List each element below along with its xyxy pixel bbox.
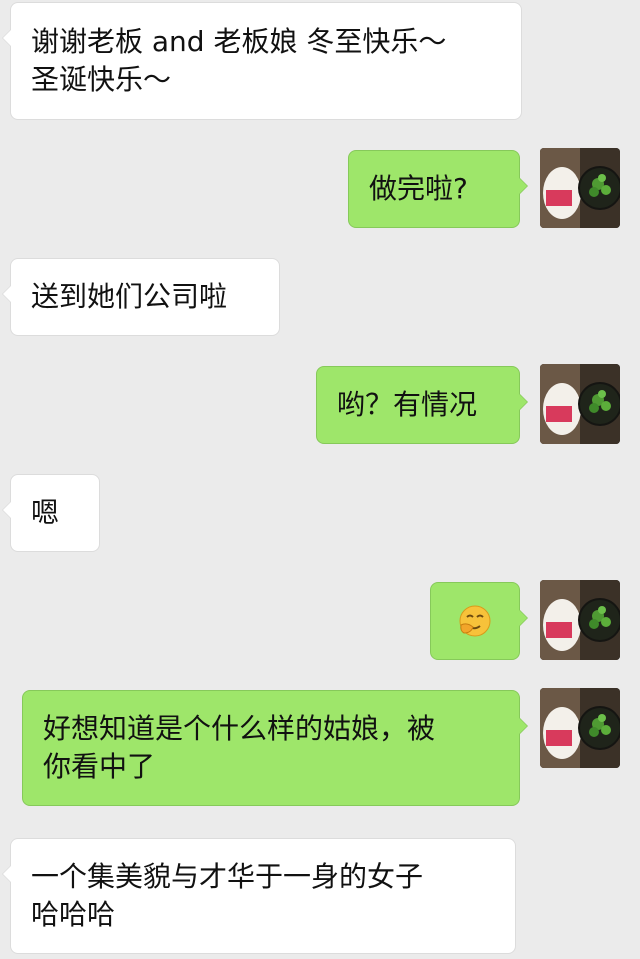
user-avatar[interactable]	[540, 148, 620, 228]
plant-and-drink-avatar-icon	[540, 148, 620, 228]
plant-and-drink-avatar-icon	[540, 688, 620, 768]
message-text: 一个集美貌与才华于一身的女子 哈哈哈	[31, 860, 424, 931]
message-text: 嗯	[31, 496, 60, 529]
user-avatar[interactable]	[540, 580, 620, 660]
message-bubble-incoming[interactable]: 一个集美貌与才华于一身的女子 哈哈哈	[2, 838, 516, 954]
message-bubble-incoming[interactable]: 谢谢老板 and 老板娘 冬至快乐～ 圣诞快乐～	[2, 2, 522, 120]
message-bubble-outgoing[interactable]: 做完啦?	[348, 150, 528, 228]
message-text: 哟？有情况	[337, 388, 478, 421]
message-bubble-incoming[interactable]: 送到她们公司啦	[2, 258, 280, 336]
message-text: 送到她们公司啦	[31, 280, 228, 313]
message-text: 谢谢老板 and 老板娘 冬至快乐～ 圣诞快乐～	[31, 25, 447, 96]
plant-and-drink-avatar-icon	[540, 580, 620, 660]
message-bubble-incoming[interactable]: 嗯	[2, 474, 100, 552]
user-avatar[interactable]	[540, 364, 620, 444]
user-avatar[interactable]	[540, 688, 620, 768]
message-text: 做完啦?	[369, 172, 468, 205]
message-bubble-outgoing[interactable]: 好想知道是个什么样的姑娘，被 你看中了	[22, 690, 528, 806]
plant-and-drink-avatar-icon	[540, 364, 620, 444]
message-text: 好想知道是个什么样的姑娘，被 你看中了	[43, 712, 436, 783]
message-bubble-outgoing[interactable]	[430, 582, 528, 660]
thinking-emoji-icon	[459, 605, 491, 637]
message-bubble-outgoing[interactable]: 哟？有情况	[316, 366, 528, 444]
chat-window: 谢谢老板 and 老板娘 冬至快乐～ 圣诞快乐～ 做完啦? 送到她们公司啦 哟？…	[0, 0, 640, 959]
